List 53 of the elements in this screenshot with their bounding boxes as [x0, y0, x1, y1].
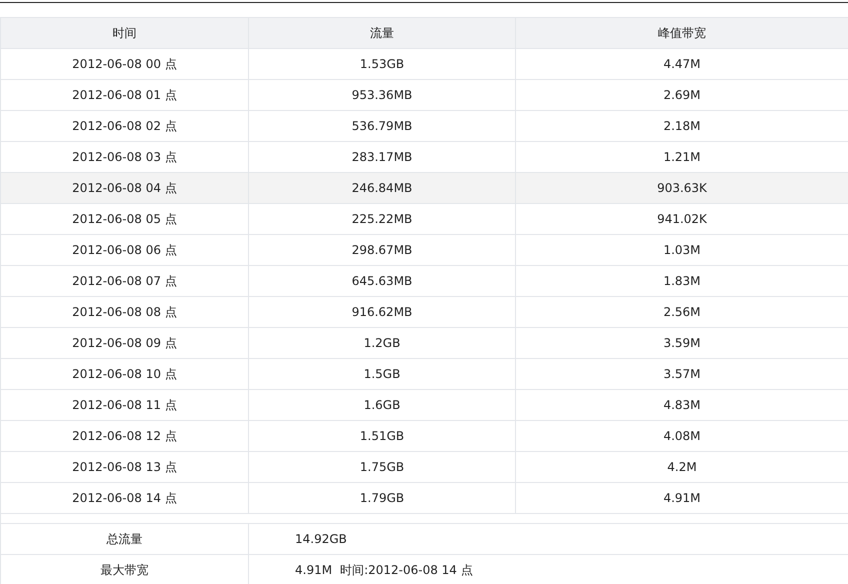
- table-cell: 2012-06-08 07 点: [72, 274, 177, 288]
- table-cell: 645.63MB: [352, 274, 412, 288]
- table-cell: 1.5GB: [364, 367, 400, 381]
- table-cell: 2.69M: [663, 88, 701, 102]
- table-cell: 2.18M: [663, 119, 701, 133]
- table-cell: 1.51GB: [360, 429, 404, 443]
- table-cell: 2012-06-08 08 点: [72, 305, 177, 319]
- table-cell: 916.62MB: [352, 305, 412, 319]
- table-cell: 2012-06-08 05 点: [72, 212, 177, 226]
- table-cell: 1.21M: [663, 150, 701, 164]
- table-cell: 2012-06-08 12 点: [72, 429, 177, 443]
- table-cell: 2012-06-08 11 点: [72, 398, 177, 412]
- table-cell: 2012-06-08 02 点: [72, 119, 177, 133]
- table-cell: 1.53GB: [360, 57, 404, 71]
- table-cell: 1.03M: [663, 243, 701, 257]
- column-header: 峰值带宽: [516, 18, 848, 48]
- table-cell: 536.79MB: [352, 119, 412, 133]
- table-cell: 4.47M: [663, 57, 701, 71]
- table-cell: 225.22MB: [352, 212, 412, 226]
- table-cell: 2012-06-08 03 点: [72, 150, 177, 164]
- summary-value: 14.92GB: [295, 532, 347, 546]
- column-header: 流量: [248, 18, 516, 48]
- table-cell: 2012-06-08 00 点: [72, 57, 177, 71]
- table-cell: 283.17MB: [352, 150, 412, 164]
- table-cell: 246.84MB: [352, 181, 412, 195]
- table-cell: 1.2GB: [364, 336, 400, 350]
- table-cell: 1.75GB: [360, 460, 404, 474]
- table-cell: 2012-06-08 01 点: [72, 88, 177, 102]
- table-cell: 1.6GB: [364, 398, 400, 412]
- table-cell: 941.02K: [657, 212, 707, 226]
- column-header: 时间: [0, 18, 248, 48]
- table-cell: 2012-06-08 04 点: [72, 181, 177, 195]
- table-cell: 4.91M: [663, 491, 701, 505]
- table-cell: 4.2M: [667, 460, 697, 474]
- table-cell: 1.79GB: [360, 491, 404, 505]
- table-cell: 2012-06-08 14 点: [72, 491, 177, 505]
- summary-label: 最大带宽: [100, 563, 148, 577]
- summary-label: 总流量: [106, 532, 142, 546]
- table-cell: 4.83M: [663, 398, 701, 412]
- table-cell: 3.57M: [663, 367, 701, 381]
- table-cell: 953.36MB: [352, 88, 412, 102]
- table-cell: 4.08M: [663, 429, 701, 443]
- table-cell: 2.56M: [663, 305, 701, 319]
- table-cell: 3.59M: [663, 336, 701, 350]
- table-cell: 1.83M: [663, 274, 701, 288]
- summary-value: 4.91M: [295, 563, 332, 577]
- table-cell: 903.63K: [657, 181, 707, 195]
- table-cell: 2012-06-08 13 点: [72, 460, 177, 474]
- summary-value: 时间:2012-06-08 14 点: [340, 563, 473, 577]
- table-cell: 2012-06-08 10 点: [72, 367, 177, 381]
- table-cell: 2012-06-08 09 点: [72, 336, 177, 350]
- table-cell: 2012-06-08 06 点: [72, 243, 177, 257]
- table-cell: 298.67MB: [352, 243, 412, 257]
